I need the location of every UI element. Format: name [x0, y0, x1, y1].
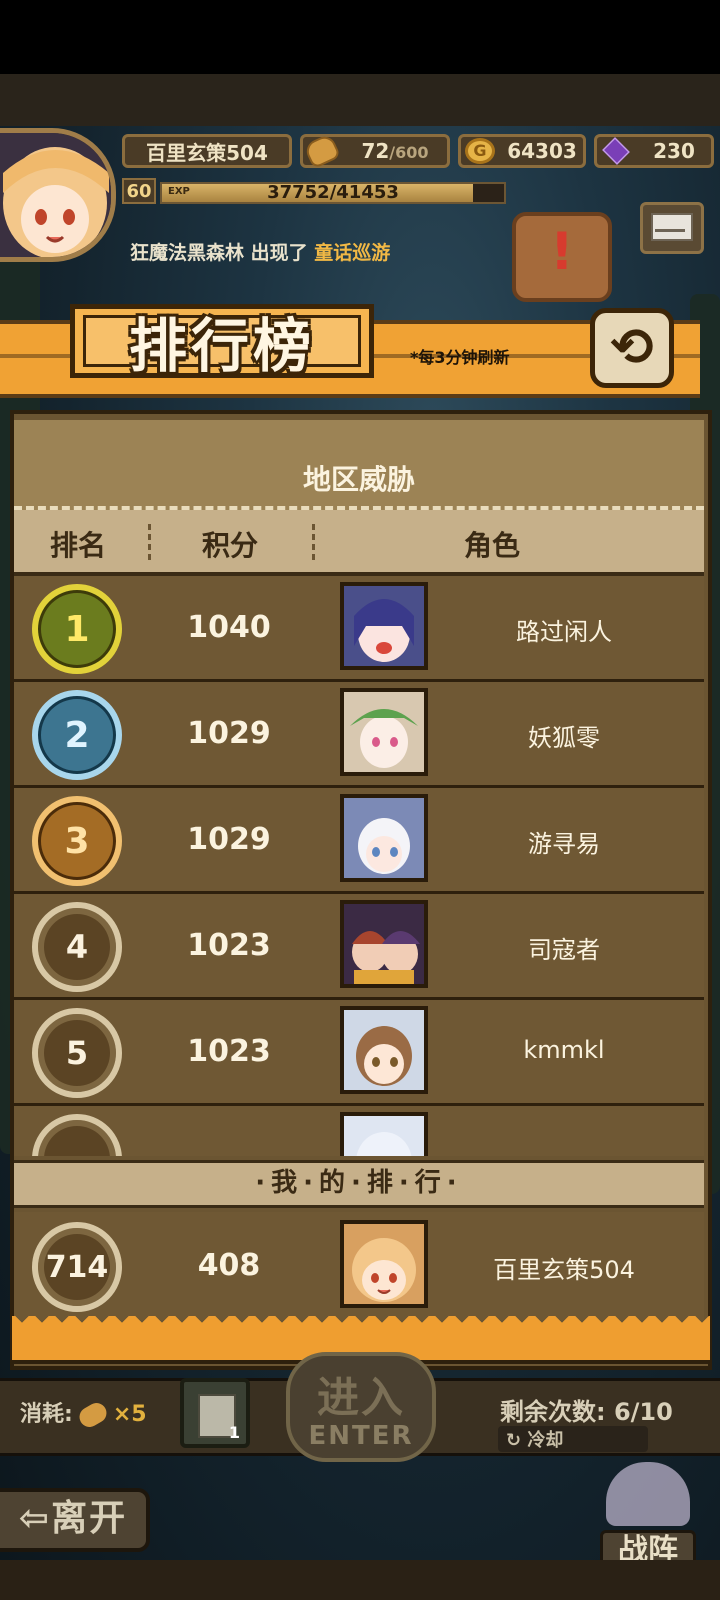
top-strip	[0, 74, 720, 126]
leave-button[interactable]: ⇦离开	[0, 1488, 150, 1552]
formation-chibi-icon	[606, 1462, 690, 1526]
leaderboard-row[interactable]: 2 1029 妖狐零	[14, 682, 704, 788]
gold-coin-icon: G	[465, 138, 495, 164]
row-name: 司寇者	[528, 936, 600, 964]
enter-button[interactable]: 进入 ENTER	[286, 1352, 436, 1462]
cost-display: 消耗: ×5	[20, 1396, 147, 1431]
stamina-value: 72/600	[343, 139, 447, 163]
player-portrait[interactable]	[340, 688, 428, 776]
gem-value: 230	[653, 139, 695, 163]
row-name: kmmkl	[523, 1036, 605, 1064]
rank-badge-bronze: 3	[32, 796, 122, 886]
panel-title: 地区威胁	[302, 463, 415, 496]
my-rank-badge: 714	[32, 1222, 122, 1312]
quest-scroll-icon[interactable]	[512, 212, 612, 302]
row-score: 1040	[187, 610, 271, 645]
page-title: 排行榜	[128, 312, 315, 380]
player-portrait[interactable]	[340, 1006, 428, 1094]
stamina-current: 72	[361, 139, 390, 163]
map-item-button[interactable]: 1	[180, 1378, 250, 1448]
my-name: 百里玄策504	[493, 1256, 635, 1284]
row-score: 1029	[187, 822, 271, 857]
stamina-counter[interactable]: 72/600	[300, 132, 450, 170]
refresh-note: *每3分钟刷新	[410, 348, 510, 367]
my-rank-header: ·我·的·排·行·	[14, 1160, 704, 1208]
ticker-text: 狂魔法黑森林 出现了	[130, 242, 315, 264]
cost-multiplier: ×5	[112, 1402, 147, 1427]
remaining-attempts: 剩余次数: 6/10	[500, 1398, 673, 1426]
title-plate: 排行榜	[70, 304, 374, 380]
news-ticker: 狂魔法黑森林 出现了 童话巡游	[130, 238, 390, 265]
player-portrait[interactable]	[340, 1112, 428, 1156]
refresh-icon: ↻	[506, 1430, 522, 1451]
enter-label-zh: 进入	[316, 1373, 405, 1422]
exp-bar: EXP 37752/41453	[160, 182, 506, 204]
column-divider	[312, 524, 315, 560]
bread-icon	[302, 132, 342, 170]
bread-icon	[75, 1399, 110, 1431]
enter-label-en: ENTER	[308, 1421, 414, 1451]
row-name: 路过闲人	[516, 618, 612, 646]
map-item-count: 1	[228, 1423, 240, 1442]
level-badge: 60	[122, 178, 156, 204]
row-score: 1023	[187, 928, 271, 963]
my-score: 408	[197, 1248, 261, 1283]
panel-header: 地区威胁	[14, 420, 704, 510]
gold-counter[interactable]: G 64303	[458, 134, 586, 168]
rank-badge: 4	[32, 902, 122, 992]
column-headers: 排名 积分 角色	[14, 510, 704, 576]
leaderboard-list[interactable]: 1 1040 路过闲人 2 1029 妖狐零 3 1029 游寻易 4 1023…	[14, 576, 704, 1156]
rank-badge-silver: 2	[32, 690, 122, 780]
player-portrait[interactable]	[340, 794, 428, 882]
gem-counter[interactable]: 230	[594, 134, 714, 168]
ticker-highlight: 童话巡游	[314, 242, 391, 264]
my-portrait[interactable]	[340, 1220, 428, 1308]
mail-icon[interactable]	[640, 202, 704, 254]
exp-text: 37752/41453	[267, 182, 399, 203]
back-arrow-icon: ⟲	[610, 318, 654, 378]
zigzag-edge	[12, 1316, 710, 1330]
leaderboard-row[interactable]: 3 1029 游寻易	[14, 788, 704, 894]
column-role: 角色	[464, 529, 521, 562]
leaderboard-row-partial[interactable]	[14, 1106, 704, 1156]
row-score: 1029	[187, 716, 271, 751]
row-name: 游寻易	[528, 830, 600, 858]
row-score: 1023	[187, 1034, 271, 1069]
stamina-max: /600	[389, 143, 429, 162]
gem-icon	[602, 137, 630, 165]
rank-badge-gold: 1	[32, 584, 122, 674]
column-rank: 排名	[50, 529, 107, 562]
player-name: 百里玄策504	[122, 134, 292, 168]
ground-strip	[0, 1560, 720, 1600]
column-divider	[148, 524, 151, 560]
player-portrait[interactable]	[340, 582, 428, 670]
leaderboard-row[interactable]: 1 1040 路过闲人	[14, 576, 704, 682]
rank-badge: 5	[32, 1008, 122, 1098]
player-name-text: 百里玄策504	[146, 140, 268, 165]
formation-button[interactable]: 战阵	[586, 1462, 710, 1572]
cooldown-button[interactable]: ↻ 冷却	[498, 1426, 648, 1452]
row-name: 妖狐零	[528, 724, 600, 752]
cost-label: 消耗:	[20, 1402, 73, 1427]
rank-badge	[32, 1114, 122, 1156]
player-portrait[interactable]	[340, 900, 428, 988]
gold-value: 64303	[507, 139, 577, 163]
leaderboard-row[interactable]: 5 1023 kmmkl	[14, 1000, 704, 1106]
column-score: 积分	[202, 529, 259, 562]
cooldown-label: 冷却	[527, 1430, 564, 1451]
my-rank-row[interactable]: 714 408 百里玄策504	[14, 1212, 704, 1320]
back-button[interactable]: ⟲	[590, 308, 674, 388]
leaderboard-row[interactable]: 4 1023 司寇者	[14, 894, 704, 1000]
